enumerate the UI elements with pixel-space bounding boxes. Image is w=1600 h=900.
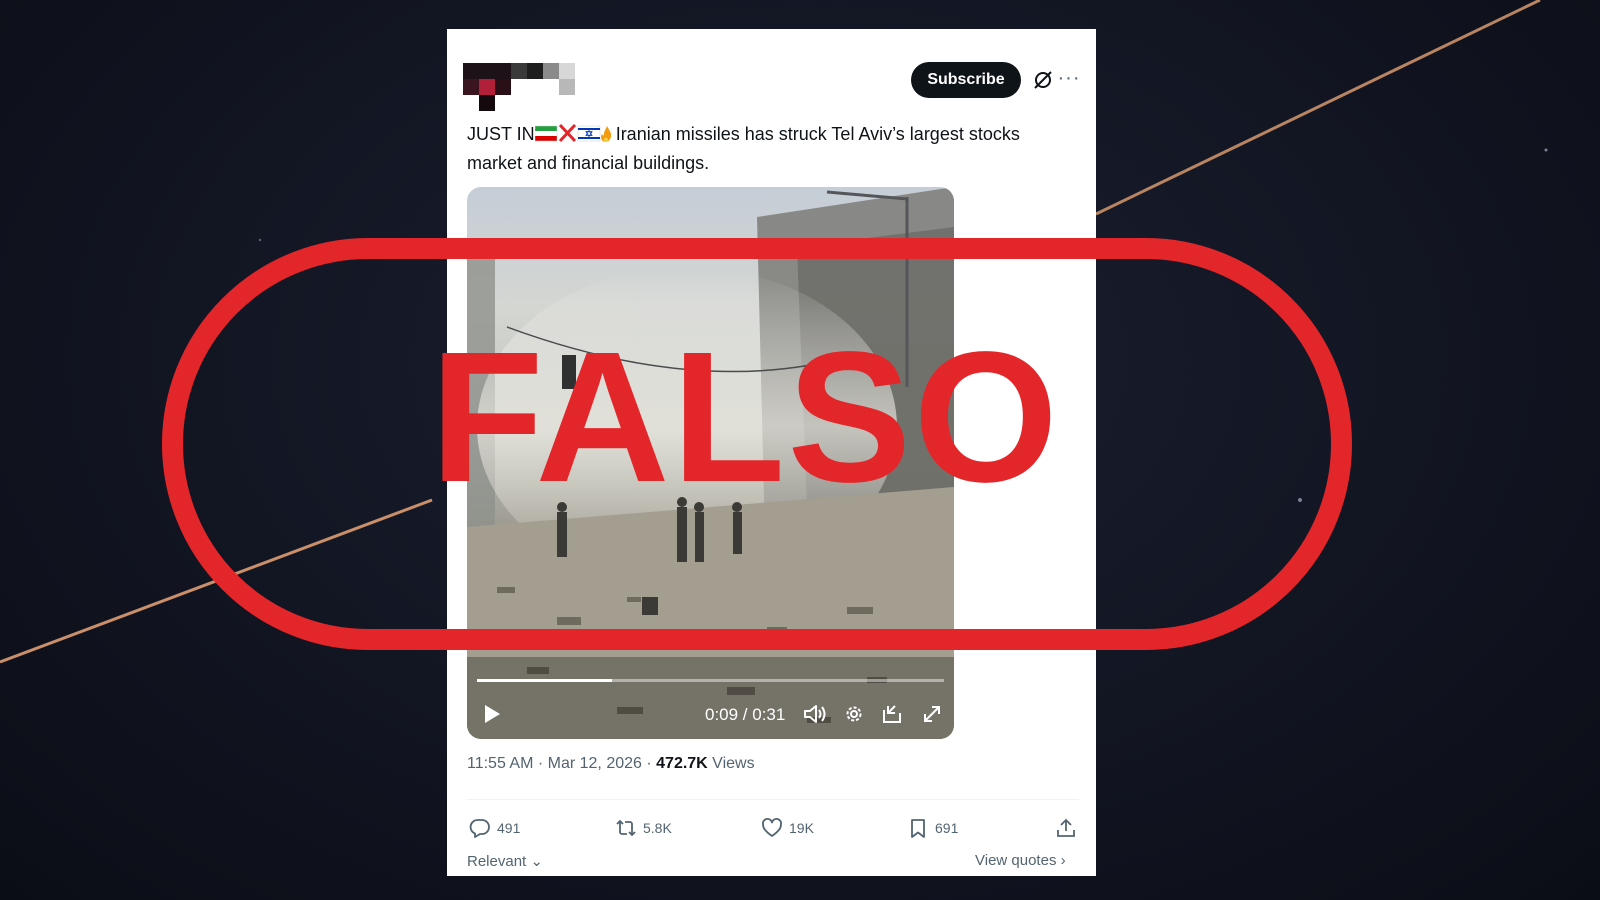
video-progress-fill — [477, 679, 613, 682]
emoji-flags — [534, 123, 611, 150]
falso-stamp-word: FALSO — [429, 314, 1061, 521]
view-quotes-link[interactable]: View quotes › — [975, 852, 1066, 869]
bookmark-icon — [911, 819, 925, 838]
repost-icon — [616, 819, 636, 837]
iran-flag-icon — [534, 125, 557, 142]
bookmark-button[interactable]: 691 — [907, 816, 958, 840]
volume-icon[interactable] — [803, 703, 827, 725]
reply-count: 491 — [497, 820, 521, 836]
chevron-right-icon: › — [1056, 852, 1066, 869]
repost-count: 5.8K — [643, 820, 672, 836]
tweet-text-prefix: JUST IN — [467, 124, 535, 144]
view-quotes-label: View quotes — [975, 852, 1057, 869]
subscribe-button[interactable]: Subscribe — [911, 62, 1021, 98]
israel-flag-icon — [577, 125, 600, 142]
grok-icon[interactable] — [1031, 68, 1055, 92]
video-progress-bar[interactable] — [477, 679, 944, 682]
settings-gear-icon[interactable] — [843, 703, 865, 725]
more-options-icon[interactable]: ··· — [1057, 68, 1081, 92]
reply-icon — [469, 819, 490, 838]
divider — [467, 799, 1079, 800]
reply-button[interactable]: 491 — [469, 816, 520, 840]
sort-relevant-dropdown[interactable]: Relevant ⌄ — [467, 852, 543, 870]
video-time-label: 0:09 / 0:31 — [705, 705, 786, 724]
like-button[interactable]: 19K — [761, 816, 814, 840]
repost-button[interactable]: 5.8K — [615, 816, 672, 840]
tweet-timestamp[interactable]: 11:55 AM · Mar 12, 2026 · — [467, 755, 656, 772]
views-count: 472.7K — [656, 755, 708, 772]
share-icon — [1057, 818, 1075, 837]
heart-icon — [762, 818, 782, 837]
play-icon[interactable] — [481, 703, 503, 725]
fullscreen-icon[interactable] — [921, 703, 943, 725]
tweet-meta: 11:55 AM · Mar 12, 2026 · 472.7K Views — [467, 755, 755, 773]
fire-icon — [600, 126, 611, 142]
share-button[interactable] — [1055, 816, 1077, 840]
views-label: Views — [707, 755, 755, 772]
cross-mark-icon — [558, 123, 576, 143]
chevron-down-icon: ⌄ — [526, 853, 543, 870]
censored-author-avatar[interactable] — [463, 63, 578, 113]
picture-in-picture-icon[interactable] — [881, 703, 903, 725]
sort-label: Relevant — [467, 853, 527, 870]
bookmark-count: 691 — [935, 820, 959, 836]
tweet-text: JUST IN Iranian missiles has struck Tel … — [467, 121, 1077, 176]
like-count: 19K — [789, 820, 814, 836]
